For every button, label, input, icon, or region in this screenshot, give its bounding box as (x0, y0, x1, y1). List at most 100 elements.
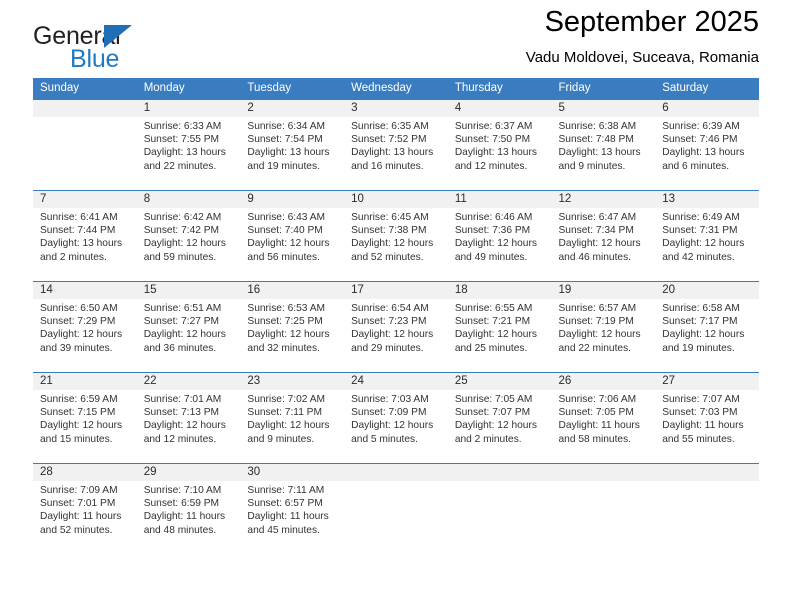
day-detail-daylight1: Daylight: 12 hours (247, 329, 330, 341)
day-number: 4 (447, 100, 552, 117)
calendar-day-cell[interactable]: 5 Sunrise: 6:38 AM Sunset: 7:48 PM Daylight… (551, 99, 656, 191)
weekday-header-saturday: Saturday (655, 78, 759, 100)
day-detail-daylight2: and 56 minutes. (247, 251, 320, 263)
day-detail-daylight2: and 15 minutes. (40, 433, 113, 445)
day-detail-daylight2: and 45 minutes. (247, 524, 320, 536)
day-cell-inner: 20 Sunrise: 6:58 AM Sunset: 7:17 PM Dayligh… (655, 282, 759, 372)
day-cell-inner: 28 Sunrise: 7:09 AM Sunset: 7:01 PM Dayligh… (33, 464, 137, 554)
calendar-day-cell[interactable]: 15 Sunrise: 6:51 AM Sunset: 7:27 PM Dayligh… (136, 281, 241, 373)
calendar-day-cell[interactable]: 17 Sunrise: 6:54 AM Sunset: 7:23 PM Dayligh… (344, 281, 448, 373)
day-details: Sunrise: 6:46 AM Sunset: 7:36 PM Daylight:… (448, 208, 552, 264)
day-number: 12 (551, 191, 656, 208)
day-detail-sunset: Sunset: 7:38 PM (351, 225, 427, 237)
day-detail-sunset: Sunset: 7:50 PM (454, 134, 531, 146)
page-header: General Blue September 2025 Vadu Moldove… (33, 0, 759, 78)
day-number: 21 (33, 373, 137, 390)
day-detail-daylight1: Daylight: 12 hours (454, 238, 537, 250)
day-detail-daylight1: Daylight: 13 hours (40, 238, 123, 250)
day-number: 7 (33, 191, 137, 208)
calendar-day-cell[interactable]: 27 Sunrise: 7:07 AM Sunset: 7:03 PM Dayligh… (655, 372, 759, 464)
calendar-day-cell[interactable]: 4 Sunrise: 6:37 AM Sunset: 7:50 PM Daylight… (447, 99, 552, 191)
day-details (552, 481, 656, 484)
calendar-day-cell[interactable]: 10 Sunrise: 6:45 AM Sunset: 7:38 PM Dayligh… (344, 190, 448, 282)
day-details: Sunrise: 7:01 AM Sunset: 7:13 PM Daylight:… (137, 390, 241, 446)
day-cell-inner: 5 Sunrise: 6:38 AM Sunset: 7:48 PM Daylight… (551, 100, 656, 190)
calendar-day-cell[interactable]: 30 Sunrise: 7:11 AM Sunset: 6:57 PM Dayligh… (240, 463, 345, 554)
calendar-day-cell[interactable]: 23 Sunrise: 7:02 AM Sunset: 7:11 PM Dayligh… (240, 372, 345, 464)
day-detail-sunset: Sunset: 7:11 PM (247, 407, 322, 419)
day-details: Sunrise: 6:38 AM Sunset: 7:48 PM Daylight:… (552, 117, 656, 173)
day-number: 23 (240, 373, 345, 390)
day-detail-daylight2: and 5 minutes. (351, 433, 418, 445)
calendar-day-cell[interactable]: 13 Sunrise: 6:49 AM Sunset: 7:31 PM Dayligh… (655, 190, 759, 282)
day-details: Sunrise: 7:09 AM Sunset: 7:01 PM Daylight:… (33, 481, 137, 537)
calendar-day-cell[interactable]: 28 Sunrise: 7:09 AM Sunset: 7:01 PM Dayligh… (33, 463, 137, 554)
day-cell-inner: 6 Sunrise: 6:39 AM Sunset: 7:46 PM Daylight… (655, 100, 759, 190)
calendar-day-cell[interactable]: 16 Sunrise: 6:53 AM Sunset: 7:25 PM Dayligh… (240, 281, 345, 373)
day-details: Sunrise: 6:54 AM Sunset: 7:23 PM Daylight:… (344, 299, 448, 355)
calendar-day-cell[interactable]: 3 Sunrise: 6:35 AM Sunset: 7:52 PM Daylight… (344, 99, 448, 191)
day-number: 16 (240, 282, 345, 299)
day-detail-daylight1: Daylight: 13 hours (351, 147, 434, 159)
day-detail-daylight1: Daylight: 12 hours (662, 329, 745, 341)
calendar-day-cell[interactable]: 14 Sunrise: 6:50 AM Sunset: 7:29 PM Dayligh… (33, 281, 137, 373)
calendar-day-cell[interactable]: 9 Sunrise: 6:43 AM Sunset: 7:40 PM Daylight… (240, 190, 345, 282)
day-detail-daylight1: Daylight: 11 hours (558, 420, 640, 432)
calendar-day-cell[interactable]: 7 Sunrise: 6:41 AM Sunset: 7:44 PM Daylight… (33, 190, 137, 282)
day-detail-sunrise: Sunrise: 6:54 AM (351, 303, 429, 314)
day-number: 1 (136, 100, 241, 117)
calendar-day-cell[interactable]: 20 Sunrise: 6:58 AM Sunset: 7:17 PM Dayligh… (655, 281, 759, 373)
calendar-day-cell[interactable]: 26 Sunrise: 7:06 AM Sunset: 7:05 PM Dayligh… (551, 372, 656, 464)
general-blue-logo[interactable]: General Blue (33, 22, 263, 78)
day-cell-inner: 2 Sunrise: 6:34 AM Sunset: 7:54 PM Daylight… (240, 100, 345, 190)
logo-text-blue: Blue (70, 45, 120, 73)
calendar-day-cell[interactable]: 1 Sunrise: 6:33 AM Sunset: 7:55 PM Daylight… (136, 99, 241, 191)
day-detail-daylight2: and 19 minutes. (247, 160, 320, 172)
day-details: Sunrise: 6:42 AM Sunset: 7:42 PM Daylight:… (137, 208, 241, 264)
day-cell-inner: 21 Sunrise: 6:59 AM Sunset: 7:15 PM Dayligh… (33, 373, 137, 463)
day-detail-daylight2: and 39 minutes. (40, 342, 113, 354)
day-detail-daylight2: and 2 minutes. (454, 433, 522, 445)
day-number: 8 (136, 191, 241, 208)
day-details: Sunrise: 6:50 AM Sunset: 7:29 PM Daylight:… (33, 299, 137, 355)
calendar-day-cell[interactable]: 11 Sunrise: 6:46 AM Sunset: 7:36 PM Dayligh… (447, 190, 552, 282)
calendar-day-cell[interactable]: 22 Sunrise: 7:01 AM Sunset: 7:13 PM Dayligh… (136, 372, 241, 464)
calendar-day-cell[interactable]: 8 Sunrise: 6:42 AM Sunset: 7:42 PM Daylight… (136, 190, 241, 282)
calendar-day-cell[interactable]: 21 Sunrise: 6:59 AM Sunset: 7:15 PM Dayligh… (33, 372, 137, 464)
day-cell-inner: 4 Sunrise: 6:37 AM Sunset: 7:50 PM Daylight… (447, 100, 552, 190)
day-cell-inner: 25 Sunrise: 7:05 AM Sunset: 7:07 PM Dayligh… (447, 373, 552, 463)
day-cell-inner: 29 Sunrise: 7:10 AM Sunset: 6:59 PM Dayligh… (136, 464, 241, 554)
day-detail-daylight1: Daylight: 12 hours (558, 238, 641, 250)
day-number: 17 (344, 282, 448, 299)
day-detail-daylight2: and 22 minutes. (143, 160, 217, 172)
day-number: 28 (33, 464, 137, 481)
calendar-day-cell[interactable]: 12 Sunrise: 6:47 AM Sunset: 7:34 PM Dayligh… (551, 190, 656, 282)
day-number: 6 (655, 100, 759, 117)
day-detail-daylight2: and 32 minutes. (247, 342, 320, 354)
day-detail-sunrise: Sunrise: 6:33 AM (143, 121, 222, 132)
weekday-header-thursday: Thursday (447, 78, 552, 100)
calendar-day-cell[interactable]: 2 Sunrise: 6:34 AM Sunset: 7:54 PM Daylight… (240, 99, 345, 191)
day-detail-sunset: Sunset: 7:55 PM (143, 134, 220, 146)
calendar-day-cell[interactable]: 24 Sunrise: 7:03 AM Sunset: 7:09 PM Dayligh… (344, 372, 448, 464)
day-detail-daylight1: Daylight: 12 hours (247, 238, 330, 250)
calendar-day-cell[interactable]: 6 Sunrise: 6:39 AM Sunset: 7:46 PM Daylight… (655, 99, 759, 191)
day-details: Sunrise: 6:47 AM Sunset: 7:34 PM Daylight:… (552, 208, 656, 264)
day-detail-sunrise: Sunrise: 6:37 AM (454, 121, 533, 132)
day-detail-sunset: Sunset: 7:27 PM (143, 316, 220, 328)
weekday-header-sunday: Sunday (33, 78, 137, 100)
day-details: Sunrise: 6:53 AM Sunset: 7:25 PM Daylight:… (240, 299, 344, 355)
calendar-day-cell[interactable]: 19 Sunrise: 6:57 AM Sunset: 7:19 PM Dayligh… (551, 281, 656, 373)
day-cell-inner: 15 Sunrise: 6:51 AM Sunset: 7:27 PM Dayligh… (136, 282, 241, 372)
day-detail-sunrise: Sunrise: 7:06 AM (558, 394, 637, 405)
day-number: 10 (344, 191, 448, 208)
day-detail-sunset: Sunset: 7:31 PM (662, 225, 738, 237)
calendar-day-cell[interactable]: 18 Sunrise: 6:55 AM Sunset: 7:21 PM Dayligh… (447, 281, 552, 373)
day-detail-sunrise: Sunrise: 7:02 AM (247, 394, 325, 405)
day-number: 22 (136, 373, 241, 390)
calendar-day-cell[interactable]: 25 Sunrise: 7:05 AM Sunset: 7:07 PM Dayligh… (447, 372, 552, 464)
day-detail-daylight1: Daylight: 12 hours (662, 238, 745, 250)
calendar-day-cell[interactable]: 29 Sunrise: 7:10 AM Sunset: 6:59 PM Dayligh… (136, 463, 241, 554)
day-detail-sunrise: Sunrise: 6:43 AM (247, 212, 325, 223)
day-detail-sunrise: Sunrise: 7:03 AM (351, 394, 429, 405)
